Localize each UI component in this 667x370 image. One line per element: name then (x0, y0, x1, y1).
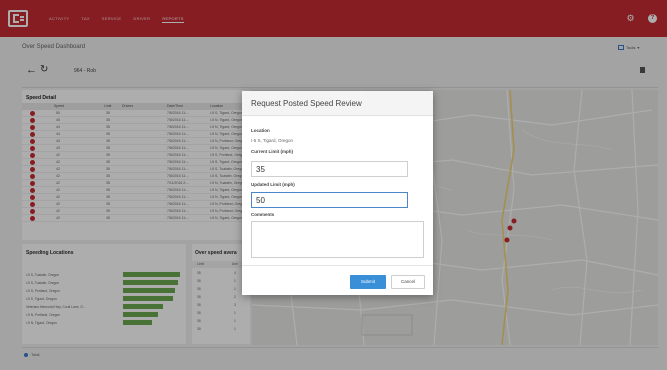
current-limit-label: Current Limit (mph) (251, 149, 293, 154)
current-limit-input[interactable] (251, 161, 408, 177)
updated-limit-input[interactable] (251, 192, 408, 208)
dialog-title: Request Posted Speed Review (251, 99, 362, 108)
submit-button[interactable]: Submit (350, 275, 386, 289)
location-label: Location (251, 128, 270, 133)
updated-limit-label: Updated Limit (mph) (251, 182, 295, 187)
speed-review-dialog: Request Posted Speed Review Location I-5… (242, 91, 433, 295)
location-value: I-5 S, Tigard, Oregon (251, 138, 294, 143)
dialog-header: Request Posted Speed Review (242, 91, 433, 116)
comments-textarea[interactable] (251, 221, 424, 258)
dialog-divider (242, 265, 433, 266)
cancel-button[interactable]: Cancel (391, 275, 425, 289)
comments-label: Comments (251, 212, 275, 217)
